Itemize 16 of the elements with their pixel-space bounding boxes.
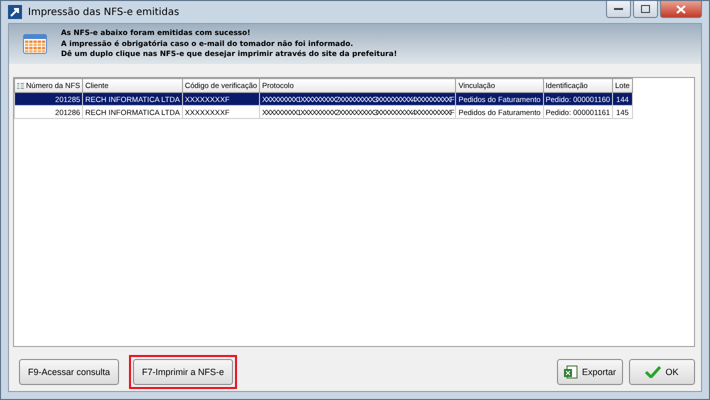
checkmark-icon — [645, 366, 662, 378]
app-icon — [8, 5, 22, 19]
close-button[interactable] — [660, 1, 702, 18]
action-button[interactable]: F7-Imprimir a NFS-e — [133, 359, 234, 385]
spreadsheet-icon — [564, 365, 578, 379]
minimize-button[interactable] — [606, 1, 631, 18]
export-button[interactable]: Exportar — [557, 359, 623, 385]
action-button[interactable]: F9-Acessar consulta — [19, 359, 120, 385]
minimize-icon — [614, 7, 623, 11]
maximize-icon — [641, 5, 650, 13]
maximize-button[interactable] — [633, 1, 658, 18]
calendar-icon — [23, 34, 47, 54]
ok-button[interactable]: OK — [629, 359, 695, 385]
grid-icon — [17, 82, 24, 88]
window-title: Impressão das NFS-e emitidas — [28, 6, 180, 18]
close-icon — [676, 4, 686, 14]
